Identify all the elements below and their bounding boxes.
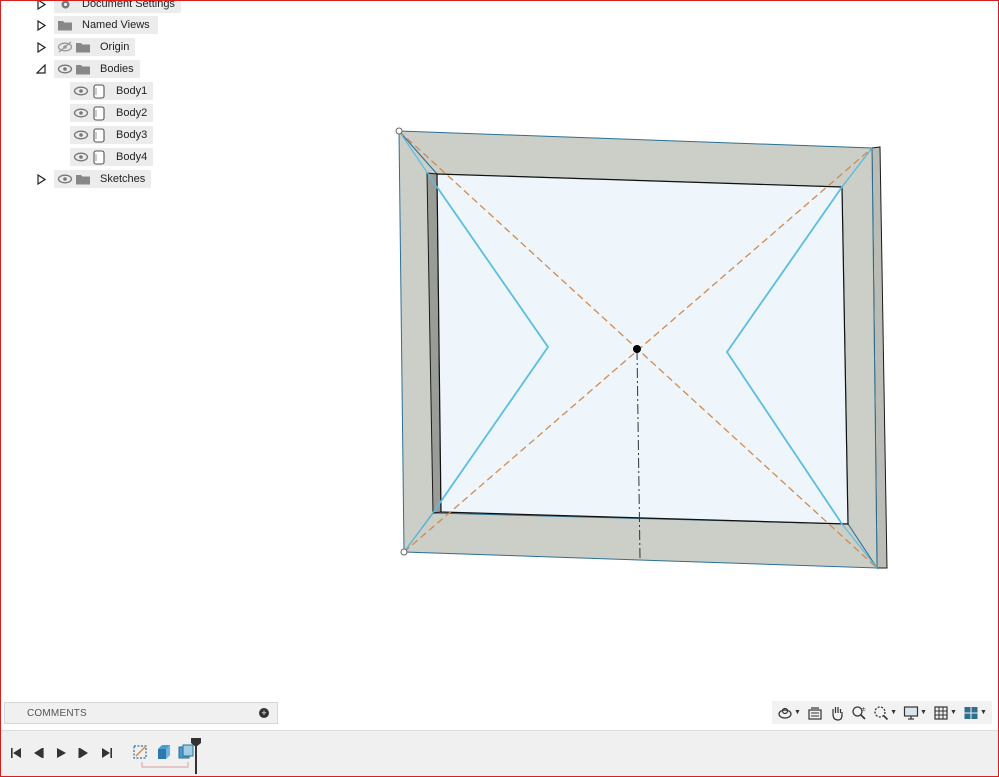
- sketch-feature-icon[interactable]: [132, 743, 150, 761]
- timeline-marker[interactable]: [190, 737, 202, 775]
- look-at-icon[interactable]: [807, 705, 823, 721]
- svg-text:±: ±: [861, 706, 866, 713]
- model-canvas[interactable]: [0, 0, 999, 700]
- fit-icon[interactable]: ▼: [873, 705, 897, 721]
- go-to-end-icon[interactable]: [99, 745, 115, 761]
- glass-panel[interactable]: [436, 173, 849, 525]
- comments-panel[interactable]: COMMENTS +: [4, 702, 278, 724]
- corner-point[interactable]: [400, 548, 408, 556]
- comments-title: COMMENTS: [27, 707, 87, 719]
- timeline-group-bracket: [141, 762, 189, 768]
- plus-circle-icon[interactable]: +: [259, 708, 269, 718]
- play-icon[interactable]: [53, 745, 69, 761]
- timeline-bar: [0, 730, 999, 777]
- extrude-feature-icon[interactable]: [155, 743, 173, 761]
- pan-icon[interactable]: [829, 705, 845, 721]
- step-back-icon[interactable]: [30, 745, 46, 761]
- viewports-icon[interactable]: ▼: [963, 705, 987, 721]
- navigation-toolbar: ▼ ± ▼ ▼ ▼ ▼: [772, 701, 992, 724]
- corner-point[interactable]: [395, 127, 403, 135]
- center-point[interactable]: [633, 345, 641, 353]
- grid-settings-icon[interactable]: ▼: [933, 705, 957, 721]
- display-settings-icon[interactable]: ▼: [903, 705, 927, 721]
- orbit-icon[interactable]: ▼: [777, 705, 801, 721]
- zoom-icon[interactable]: ±: [851, 705, 867, 721]
- go-to-start-icon[interactable]: [8, 745, 24, 761]
- step-forward-icon[interactable]: [76, 745, 92, 761]
